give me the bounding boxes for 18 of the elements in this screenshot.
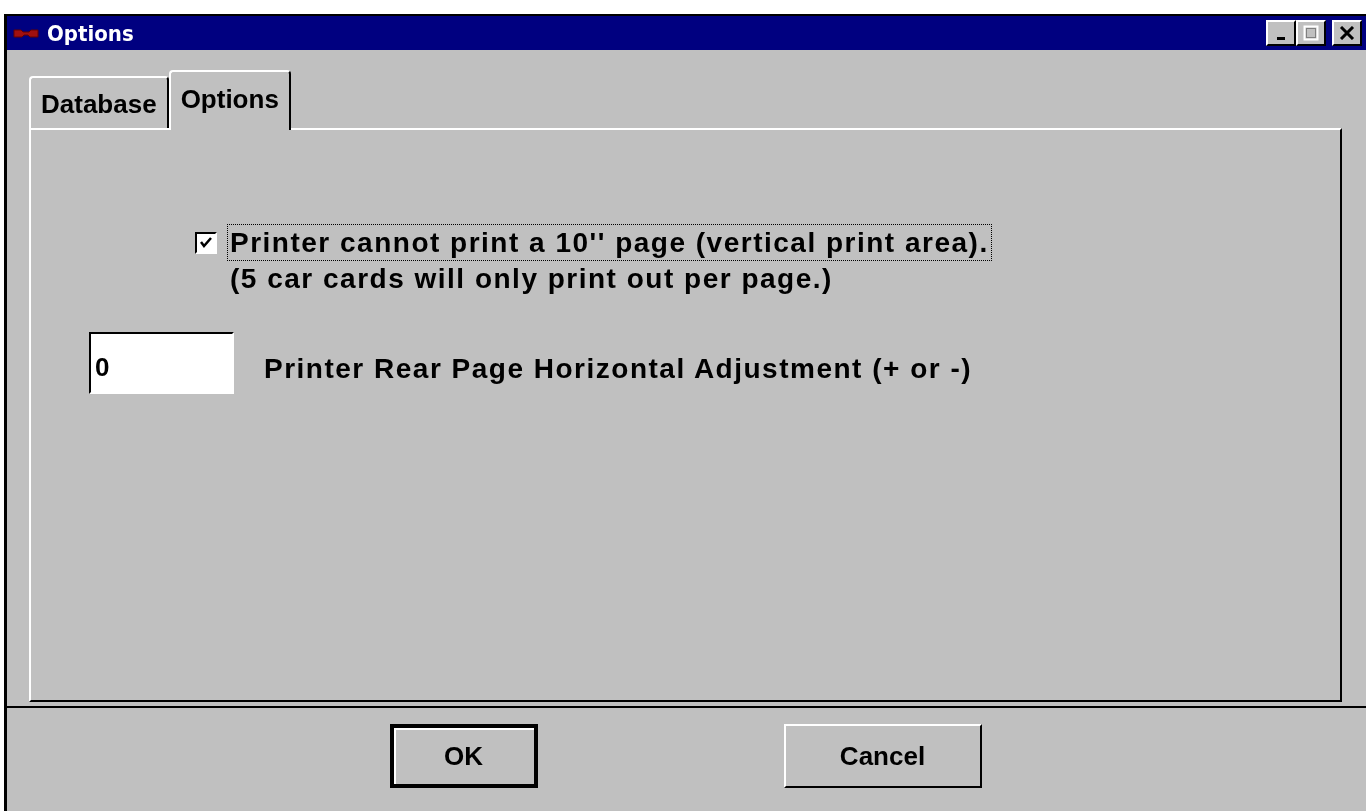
- close-button[interactable]: [1332, 20, 1362, 46]
- adjustment-label: Printer Rear Page Horizontal Adjustment (+ or -): [264, 353, 973, 385]
- minimize-button[interactable]: [1266, 20, 1296, 46]
- minimize-icon: [1277, 36, 1285, 40]
- maximize-icon: [1303, 25, 1319, 41]
- app-icon: [13, 26, 39, 40]
- adjustment-field[interactable]: 0: [89, 332, 234, 394]
- checkbox[interactable]: [195, 232, 217, 254]
- maximize-button[interactable]: [1296, 20, 1326, 46]
- window-title: Options: [47, 20, 134, 46]
- checkbox-label[interactable]: Printer cannot print a 10'' page (vertical print area).: [227, 224, 992, 261]
- tab[interactable]: Database: [29, 76, 169, 128]
- close-icon: [1339, 26, 1355, 40]
- dialog-button[interactable]: Cancel: [783, 724, 982, 788]
- dialog-button[interactable]: OK: [389, 724, 538, 788]
- checkbox-note: (5 car cards will only print out per page.): [229, 262, 834, 296]
- tab[interactable]: Options: [168, 70, 291, 130]
- checkmark-icon: [199, 236, 213, 250]
